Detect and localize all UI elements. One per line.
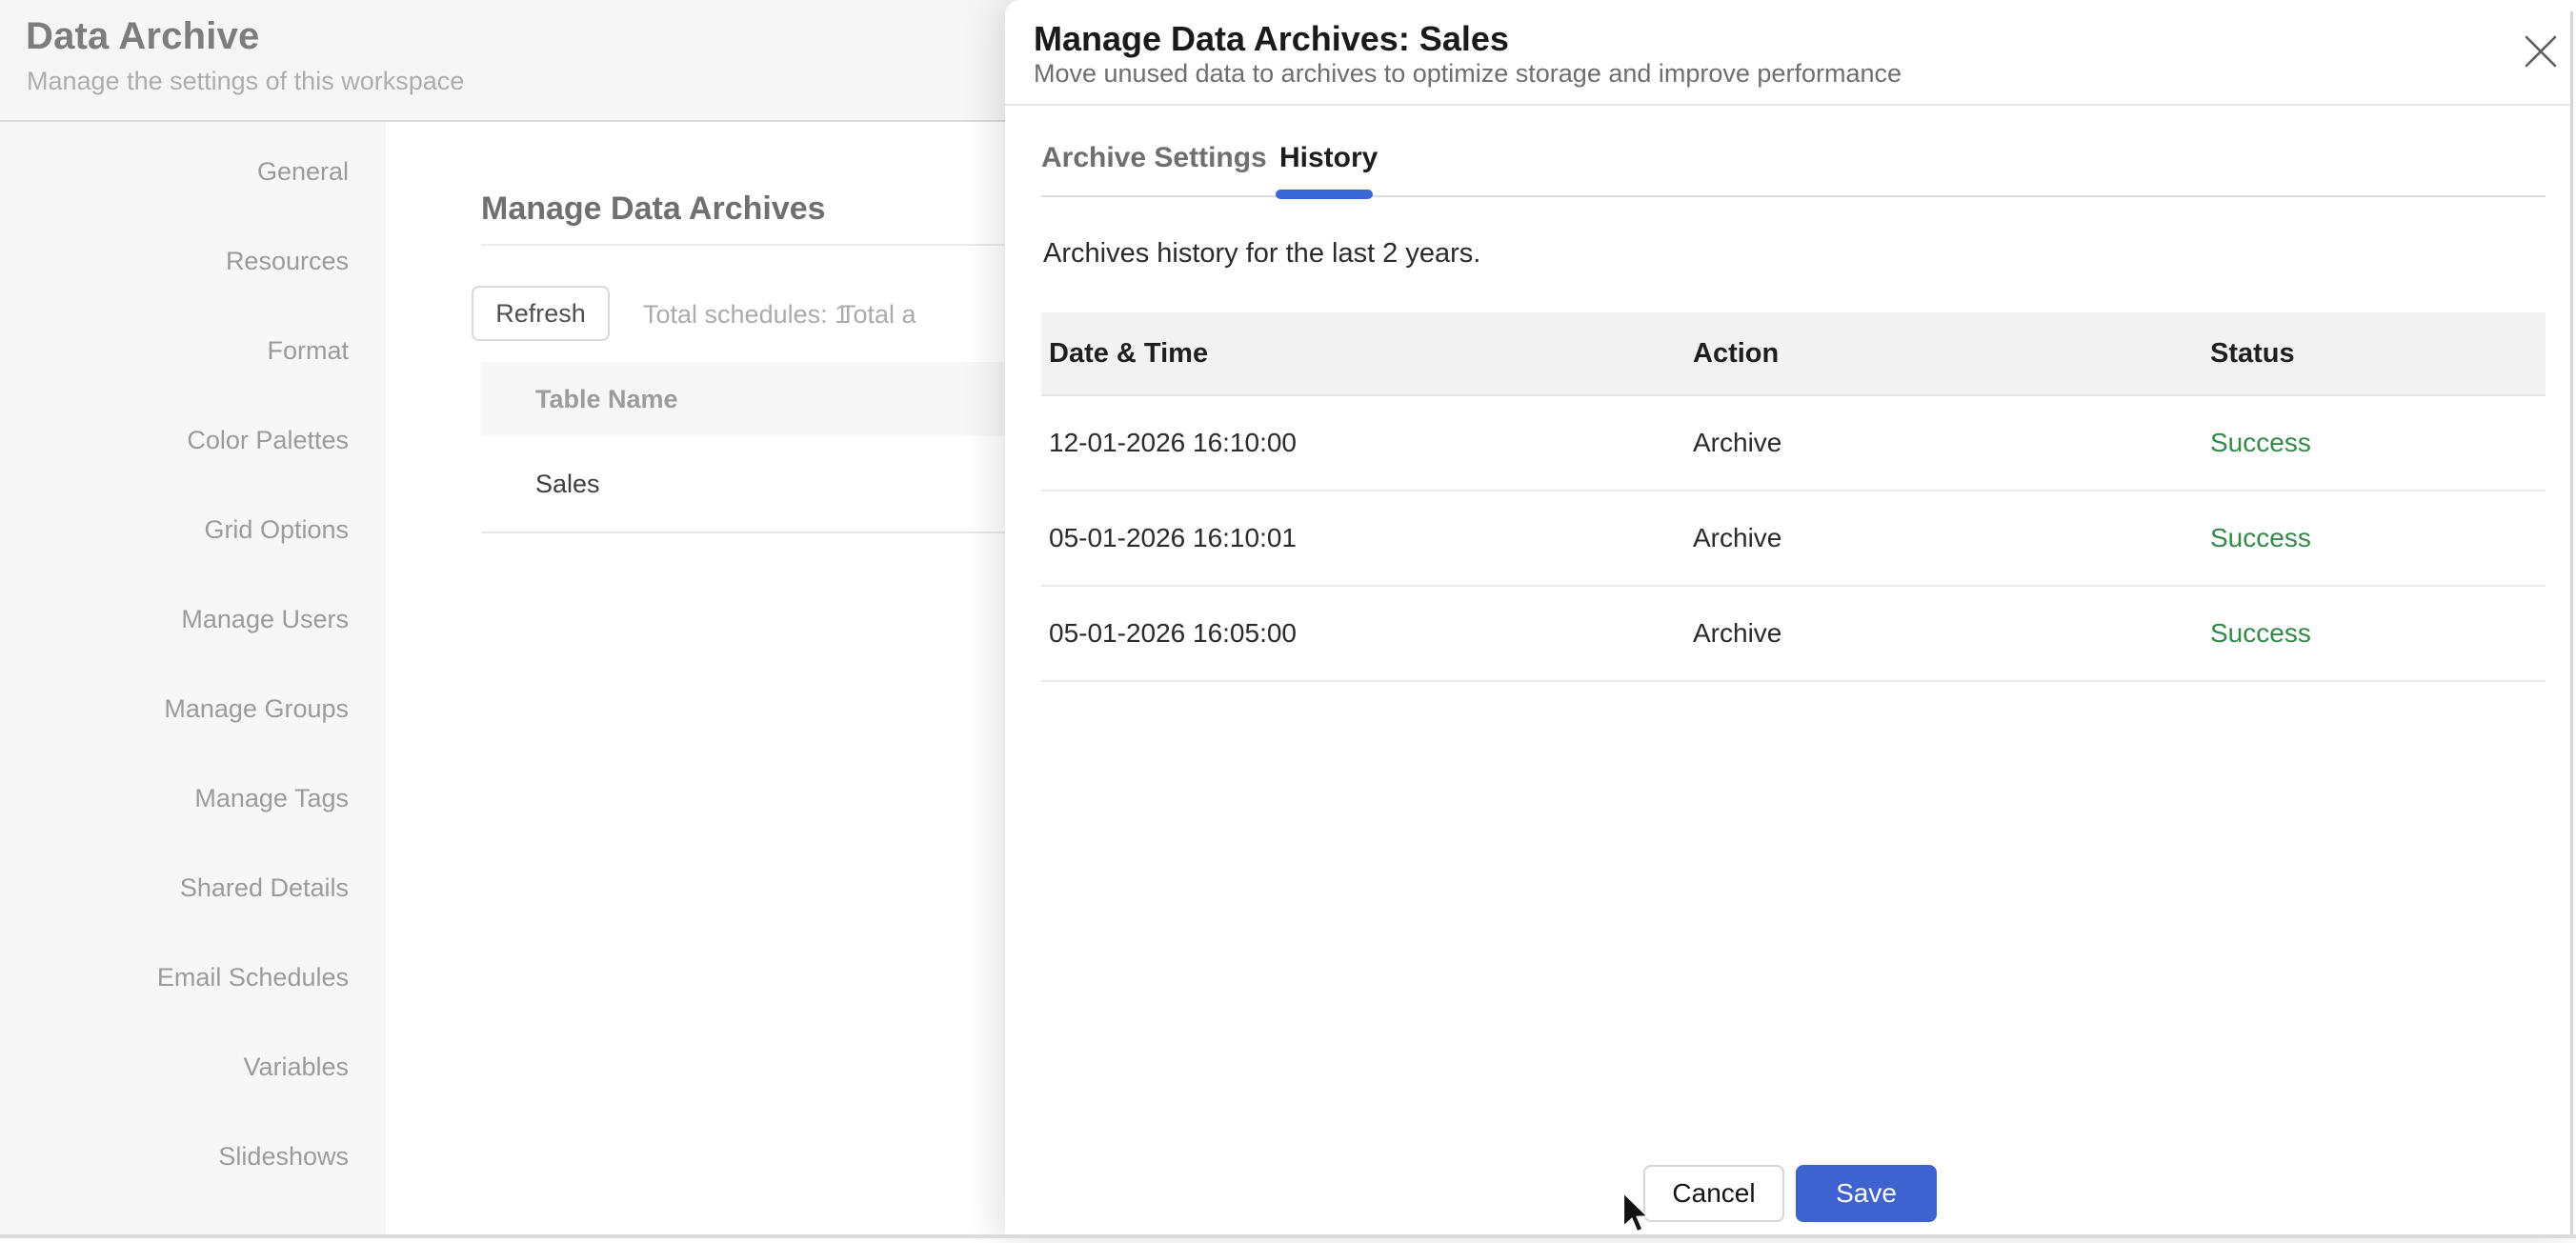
cell-datetime: 05-01-2026 16:05:00 [1041,618,1685,649]
history-note: Archives history for the last 2 years. [1043,238,1480,270]
total-archived-label-clipped: Total a [840,300,916,330]
close-button[interactable] [2516,27,2566,76]
sidebar-item-email-schedules[interactable]: Email Schedules [0,932,386,1022]
close-icon [2524,34,2558,69]
sidebar-item-resources[interactable]: Resources [0,216,386,306]
modal-header-divider [1005,104,2571,106]
modal-title: Manage Data Archives: Sales [1034,19,1509,59]
table-row: 05-01-2026 16:10:01 Archive Success [1041,491,2546,587]
save-button[interactable]: Save [1796,1165,1937,1222]
window-bottom-edge [0,1234,2576,1238]
modal-scrollbar[interactable] [2570,11,2576,1234]
sidebar-item-manage-groups[interactable]: Manage Groups [0,664,386,753]
table-row: 05-01-2026 16:05:00 Archive Success [1041,587,2546,682]
manage-archives-modal: Manage Data Archives: Sales Move unused … [1005,0,2576,1238]
column-header-action: Action [1685,338,2203,370]
history-table: Date & Time Action Status 12-01-2026 16:… [1041,312,2546,682]
cancel-button[interactable]: Cancel [1643,1165,1784,1222]
table-row-sales[interactable]: Sales [481,436,1091,533]
cell-action: Archive [1685,523,2203,553]
status-badge: Success [2203,618,2546,649]
heading-divider [481,244,1091,246]
active-tab-underline [1276,190,1373,199]
column-header-status: Status [2203,338,2546,370]
sidebar-item-slideshows[interactable]: Slideshows [0,1112,386,1201]
total-schedules-label: Total schedules: 1 [643,300,849,330]
status-badge: Success [2203,523,2546,553]
sidebar-item-format[interactable]: Format [0,306,386,395]
tab-history[interactable]: History [1279,142,1378,174]
screen: { "page_header": { "title": "Data Archiv… [0,0,2576,1238]
main-heading: Manage Data Archives [481,190,826,228]
cell-datetime: 05-01-2026 16:10:01 [1041,523,1685,553]
table-name-column-header: Table Name [481,362,1091,436]
page-subtitle: Manage the settings of this workspace [27,67,464,96]
table-row: 12-01-2026 16:10:00 Archive Success [1041,396,2546,491]
tab-archive-settings[interactable]: Archive Settings [1041,142,1267,174]
sidebar-item-manage-tags[interactable]: Manage Tags [0,753,386,843]
sidebar-item-shared-details[interactable]: Shared Details [0,843,386,932]
sidebar-item-general[interactable]: General [0,127,386,216]
sidebar-item-manage-users[interactable]: Manage Users [0,574,386,664]
refresh-button[interactable]: Refresh [472,286,610,341]
column-header-datetime: Date & Time [1041,338,1685,370]
cell-action: Archive [1685,618,2203,649]
sidebar-item-variables[interactable]: Variables [0,1022,386,1112]
history-table-header: Date & Time Action Status [1041,312,2546,396]
cell-datetime: 12-01-2026 16:10:00 [1041,428,1685,458]
tab-bar-divider [1041,195,2546,197]
modal-subtitle: Move unused data to archives to optimize… [1034,59,1902,89]
status-badge: Success [2203,428,2546,458]
sidebar-item-grid-options[interactable]: Grid Options [0,485,386,574]
sidebar-item-color-palettes[interactable]: Color Palettes [0,395,386,485]
cell-action: Archive [1685,428,2203,458]
sidebar-item-alerts-clipped[interactable]: Alerts [0,1201,386,1238]
settings-sidebar: General Resources Format Color Palettes … [0,122,386,1238]
page-title: Data Archive [26,15,259,58]
